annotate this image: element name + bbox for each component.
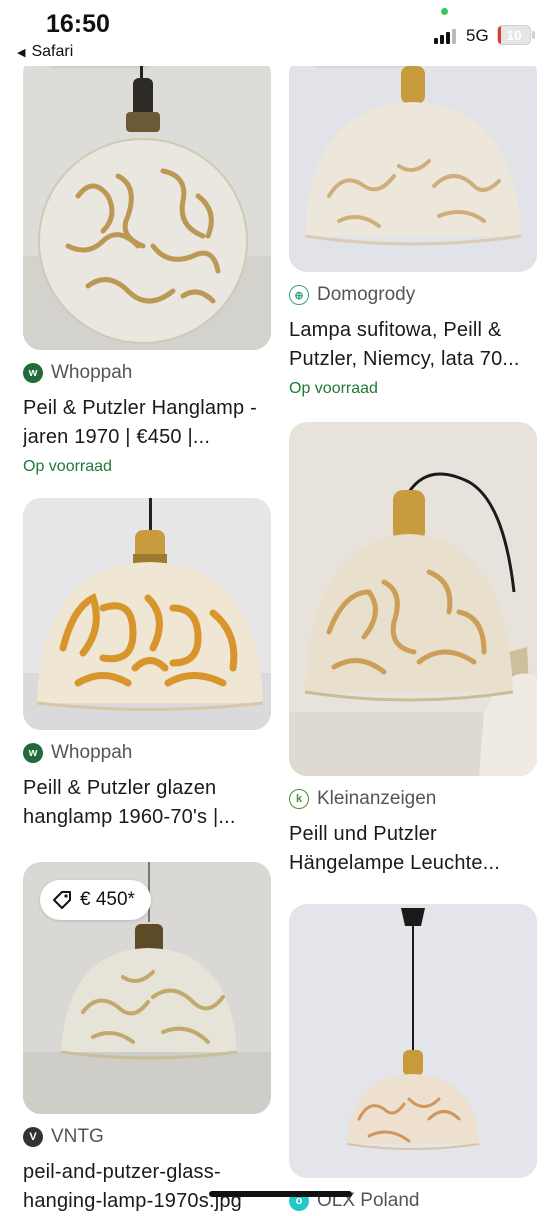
battery-tip	[532, 31, 535, 39]
back-app-label: Safari	[31, 43, 74, 60]
product-image[interactable]	[289, 56, 537, 272]
source-name: Whoppah	[51, 742, 133, 763]
source-row[interactable]: k Kleinanzeigen	[289, 788, 539, 810]
whoppah-icon: w	[23, 743, 43, 763]
home-indicator[interactable]	[209, 1191, 352, 1197]
results-column-right: ⊕ Domogrody Lampa sufitowa, Peill & Putz…	[289, 56, 539, 1212]
kleinanzeigen-icon: k	[289, 789, 309, 809]
source-name: Whoppah	[51, 362, 133, 383]
results-column-left: w Whoppah Peil & Putzler Hanglamp - jare…	[23, 56, 273, 1216]
source-row[interactable]: V VNTG	[23, 1126, 273, 1148]
result-title[interactable]: peil-and-putzer-glass-hanging-lamp-1970s…	[23, 1158, 273, 1216]
result-card[interactable]: w Whoppah Peil & Putzler Hanglamp - jare…	[23, 56, 273, 476]
result-title[interactable]: Lampa sufitowa, Peill & Putzler, Niemcy,…	[289, 316, 539, 374]
product-image[interactable]	[289, 904, 537, 1178]
vntg-icon: V	[23, 1127, 43, 1147]
result-card[interactable]: w Whoppah Peill & Putzler glazen hanglam…	[23, 498, 273, 832]
source-name: VNTG	[51, 1126, 104, 1147]
back-arrow-icon: ◀	[17, 46, 26, 59]
price-chip[interactable]: € 450*	[40, 880, 151, 920]
result-title[interactable]: Peill und Putzler Hängelampe Leuchte...	[289, 820, 539, 878]
source-row[interactable]: w Whoppah	[23, 362, 273, 384]
cellular-signal-icon	[434, 28, 456, 44]
price-label: € 450*	[80, 889, 135, 910]
result-card[interactable]: ⊕ Domogrody Lampa sufitowa, Peill & Putz…	[289, 56, 539, 398]
source-name: Domogrody	[317, 284, 416, 305]
whoppah-icon: w	[23, 363, 43, 383]
source-name: Kleinanzeigen	[317, 788, 437, 809]
privacy-indicator-icon	[441, 8, 448, 15]
network-type: 5G	[466, 26, 489, 45]
source-row[interactable]: ⊕ Domogrody	[289, 284, 539, 306]
result-title[interactable]: Peil & Putzler Hanglamp - jaren 1970 | €…	[23, 394, 273, 452]
product-image[interactable]	[289, 422, 537, 776]
product-image[interactable]: € 450*	[23, 862, 271, 1114]
result-title[interactable]: Peill & Putzler glazen hanglamp 1960-70'…	[23, 774, 273, 832]
product-image[interactable]	[23, 498, 271, 730]
result-card[interactable]: k Kleinanzeigen Peill und Putzler Hängel…	[289, 422, 539, 878]
battery-level: 10	[506, 27, 522, 43]
back-to-safari-link[interactable]: ◀ Safari	[17, 43, 73, 61]
result-card[interactable]: o OLX Poland	[289, 904, 539, 1212]
stock-status: Op voorraad	[23, 458, 112, 475]
source-row[interactable]: w Whoppah	[23, 742, 273, 764]
stock-status: Op voorraad	[289, 380, 378, 397]
status-bar: 16:50 ◀ Safari 5G 10	[0, 0, 560, 66]
domogrody-icon: ⊕	[289, 285, 309, 305]
price-tag-icon	[52, 890, 72, 910]
result-card[interactable]: € 450* V VNTG peil-and-putzer-glass-hang…	[23, 862, 273, 1216]
clock: 16:50	[46, 10, 110, 38]
battery-icon: 10	[497, 25, 531, 45]
product-image[interactable]	[23, 56, 271, 350]
